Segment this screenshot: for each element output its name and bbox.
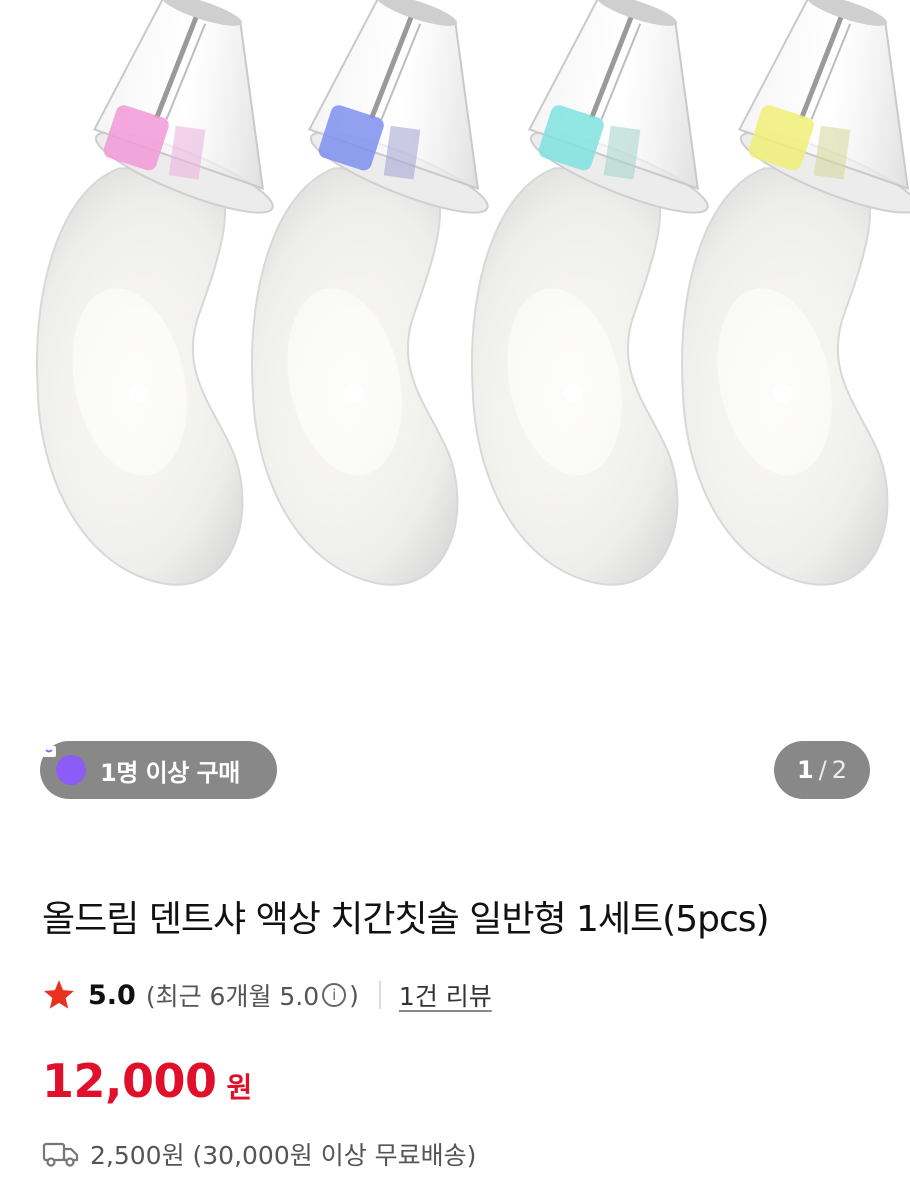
shopping-bag-icon	[42, 741, 86, 785]
price-value: 12,000	[42, 1054, 217, 1108]
product-title: 올드림 덴트샤 액상 치간칫솔 일반형 1세트(5pcs)	[42, 899, 770, 940]
info-icon[interactable]: i	[322, 983, 347, 1007]
brush-yellow	[650, 0, 910, 593]
recent-rating-close: )	[349, 980, 359, 1010]
star-icon	[44, 980, 74, 1009]
buyer-count-badge: 1명 이상 구매	[40, 741, 277, 799]
pager-total: 2	[831, 756, 848, 784]
divider	[378, 981, 381, 1009]
truck-icon	[42, 1142, 79, 1167]
pager-current: 1	[796, 756, 814, 784]
rating-score: 5.0	[88, 979, 136, 1011]
pager-separator: /	[818, 756, 827, 784]
recent-rating-text: (최근 6개월 5.0	[145, 982, 320, 1011]
image-pager: 1 / 2	[774, 741, 870, 799]
review-count-link[interactable]: 1건 리뷰	[399, 977, 492, 1013]
product-photo	[0, 0, 910, 830]
price-row: 12,000 원	[42, 1054, 252, 1108]
shipping-info: 2,500원 (30,000원 이상 무료배송)	[42, 1136, 476, 1172]
shipping-text: 2,500원 (30,000원 이상 무료배송)	[90, 1141, 477, 1170]
recent-rating: (최근 6개월 5.0 i )	[146, 977, 359, 1013]
rating-row: 5.0 (최근 6개월 5.0 i ) 1건 리뷰	[42, 975, 492, 1015]
price-currency: 원	[226, 1071, 253, 1104]
product-image-carousel[interactable]: 1명 이상 구매 1 / 2	[0, 0, 910, 830]
buyer-count-label: 1명 이상 구매	[100, 758, 240, 787]
